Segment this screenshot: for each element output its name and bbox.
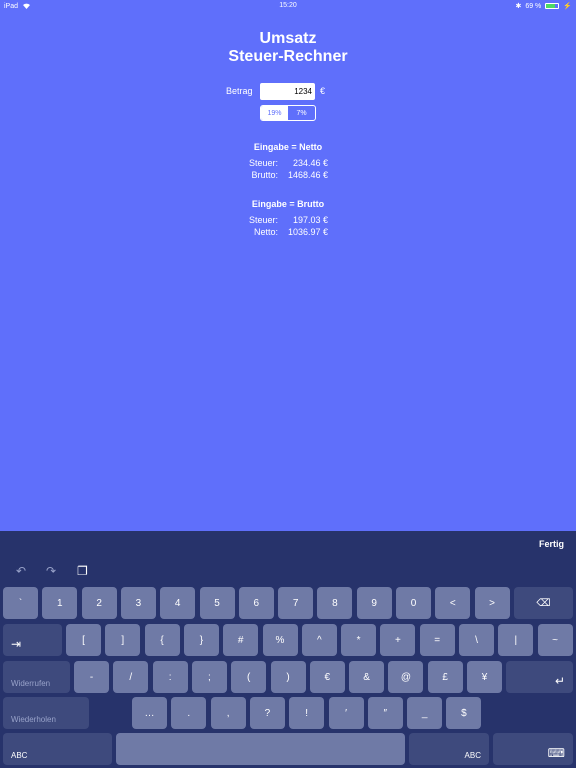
brutto-heading: Eingabe = Brutto	[251, 199, 325, 209]
undo-icon[interactable]: ↶	[16, 564, 26, 578]
key-row2-1[interactable]: ]	[105, 624, 141, 656]
key-row2-6[interactable]: ^	[301, 624, 337, 656]
netto-gross-label: Brutto:	[251, 170, 278, 180]
title-line-1: Umsatz	[259, 30, 317, 47]
key-row1-7[interactable]: 7	[278, 587, 314, 619]
key-row3-0[interactable]: -	[74, 661, 109, 693]
key-row3-6[interactable]: €	[309, 661, 345, 693]
done-button[interactable]: Fertig	[539, 539, 564, 549]
key-row1-0[interactable]: `	[3, 587, 38, 619]
charging-icon: ⚡	[563, 3, 572, 10]
key-row4-0[interactable]: …	[132, 697, 167, 729]
key-row1-9[interactable]: 9	[356, 587, 392, 619]
key-row2-0[interactable]: [	[66, 624, 101, 656]
key-row3-3[interactable]: ;	[191, 661, 227, 693]
key-row1-6[interactable]: 6	[238, 587, 274, 619]
vat-rate-selector: 19% 7%	[260, 105, 316, 121]
redo-key[interactable]: Wiederholen	[3, 697, 89, 729]
key-row2-12[interactable]: ~	[537, 624, 573, 656]
key-row3-9[interactable]: £	[427, 661, 463, 693]
backspace-key[interactable]: ⌫	[514, 587, 573, 619]
key-row4-1[interactable]: .	[171, 697, 207, 729]
key-row3-5[interactable]: )	[270, 661, 306, 693]
return-key[interactable]: ↵	[506, 661, 573, 693]
key-row4-6[interactable]: ″	[367, 697, 403, 729]
key-row2-10[interactable]: \	[459, 624, 494, 656]
key-row2-11[interactable]: |	[498, 624, 534, 656]
netto-heading: Eingabe = Netto	[253, 142, 323, 152]
key-row2-8[interactable]: +	[380, 624, 416, 656]
key-row1-4[interactable]: 4	[160, 587, 196, 619]
key-row2-7[interactable]: *	[341, 624, 377, 656]
undo-key[interactable]: Widerrufen	[3, 661, 70, 693]
key-row2-2[interactable]: {	[144, 624, 180, 656]
bluetooth-icon: ✱	[515, 3, 522, 10]
amount-input[interactable]	[260, 83, 315, 100]
key-row4-7[interactable]: _	[407, 697, 443, 729]
keyboard: Fertig ↶ ↷ ❐ ` 1 2 3 4 5 6 7 8 9 0 < > ⌫ ⇥ []{} #% ^ * +…	[0, 531, 576, 768]
amount-label: Betrag	[226, 86, 253, 96]
netto-tax-row: Steuer: 234.46 €	[0, 158, 576, 170]
netto-tax-label: Steuer:	[248, 158, 278, 168]
currency-symbol: €	[320, 86, 326, 96]
status-bar: iPad 15:20 ✱ 69 % ⚡	[0, 0, 576, 12]
netto-tax-value: 234.46 €	[292, 158, 328, 168]
key-row2-9[interactable]: =	[419, 624, 455, 656]
key-row3-2[interactable]: :	[152, 661, 188, 693]
brutto-tax-label: Steuer:	[248, 215, 278, 225]
key-row3-4[interactable]: (	[231, 661, 267, 693]
space-key[interactable]	[116, 733, 405, 765]
vat-option-7[interactable]: 7%	[288, 106, 315, 120]
key-row4-4[interactable]: !	[289, 697, 325, 729]
key-row2-4[interactable]: #	[223, 624, 259, 656]
redo-icon[interactable]: ↷	[46, 564, 56, 578]
brutto-net-label: Netto:	[253, 227, 278, 237]
page-title: Umsatz Steuer-Rechner	[0, 30, 576, 66]
key-row2-3[interactable]: }	[183, 624, 219, 656]
tab-key[interactable]: ⇥	[3, 624, 62, 656]
paste-icon[interactable]: ❐	[77, 564, 88, 578]
key-row4-2[interactable]: ,	[210, 697, 246, 729]
status-time: 15:20	[279, 2, 297, 9]
brutto-tax-value: 197.03 €	[292, 215, 328, 225]
battery-percent: 69 %	[525, 2, 542, 10]
vat-option-19[interactable]: 19%	[261, 106, 288, 120]
brutto-net-row: Netto: 1036.97 €	[0, 227, 576, 239]
key-row1-11[interactable]: <	[435, 587, 471, 619]
key-row3-7[interactable]: &	[349, 661, 385, 693]
key-row1-10[interactable]: 0	[396, 587, 431, 619]
key-row1-2[interactable]: 2	[81, 587, 117, 619]
key-row3-10[interactable]: ¥	[467, 661, 502, 693]
title-line-2: Steuer-Rechner	[228, 48, 348, 65]
key-row1-1[interactable]: 1	[42, 587, 78, 619]
key-row4-8[interactable]: $	[446, 697, 482, 729]
key-row3-1[interactable]: /	[113, 661, 149, 693]
key-row1-12[interactable]: >	[474, 587, 510, 619]
key-row4-3[interactable]: ?	[249, 697, 285, 729]
key-row4-5[interactable]: ′	[328, 697, 364, 729]
key-row2-5[interactable]: %	[262, 624, 298, 656]
battery-icon	[545, 3, 560, 9]
brutto-net-value: 1036.97 €	[287, 227, 328, 237]
abc-key-left[interactable]: ABC	[3, 733, 112, 765]
netto-gross-row: Brutto: 1468.46 €	[0, 170, 576, 182]
brutto-tax-row: Steuer: 197.03 €	[0, 215, 576, 227]
key-row1-3[interactable]: 3	[120, 587, 156, 619]
amount-row: Betrag €	[0, 83, 576, 101]
key-row1-5[interactable]: 5	[199, 587, 235, 619]
hide-keyboard-key[interactable]: ⌨	[493, 733, 573, 765]
netto-gross-value: 1468.46 €	[287, 170, 328, 180]
abc-key-right[interactable]: ABC	[409, 733, 489, 765]
key-row1-8[interactable]: 8	[317, 587, 353, 619]
status-right: ✱ 69 % ⚡	[515, 2, 572, 11]
key-row3-8[interactable]: @	[388, 661, 424, 693]
